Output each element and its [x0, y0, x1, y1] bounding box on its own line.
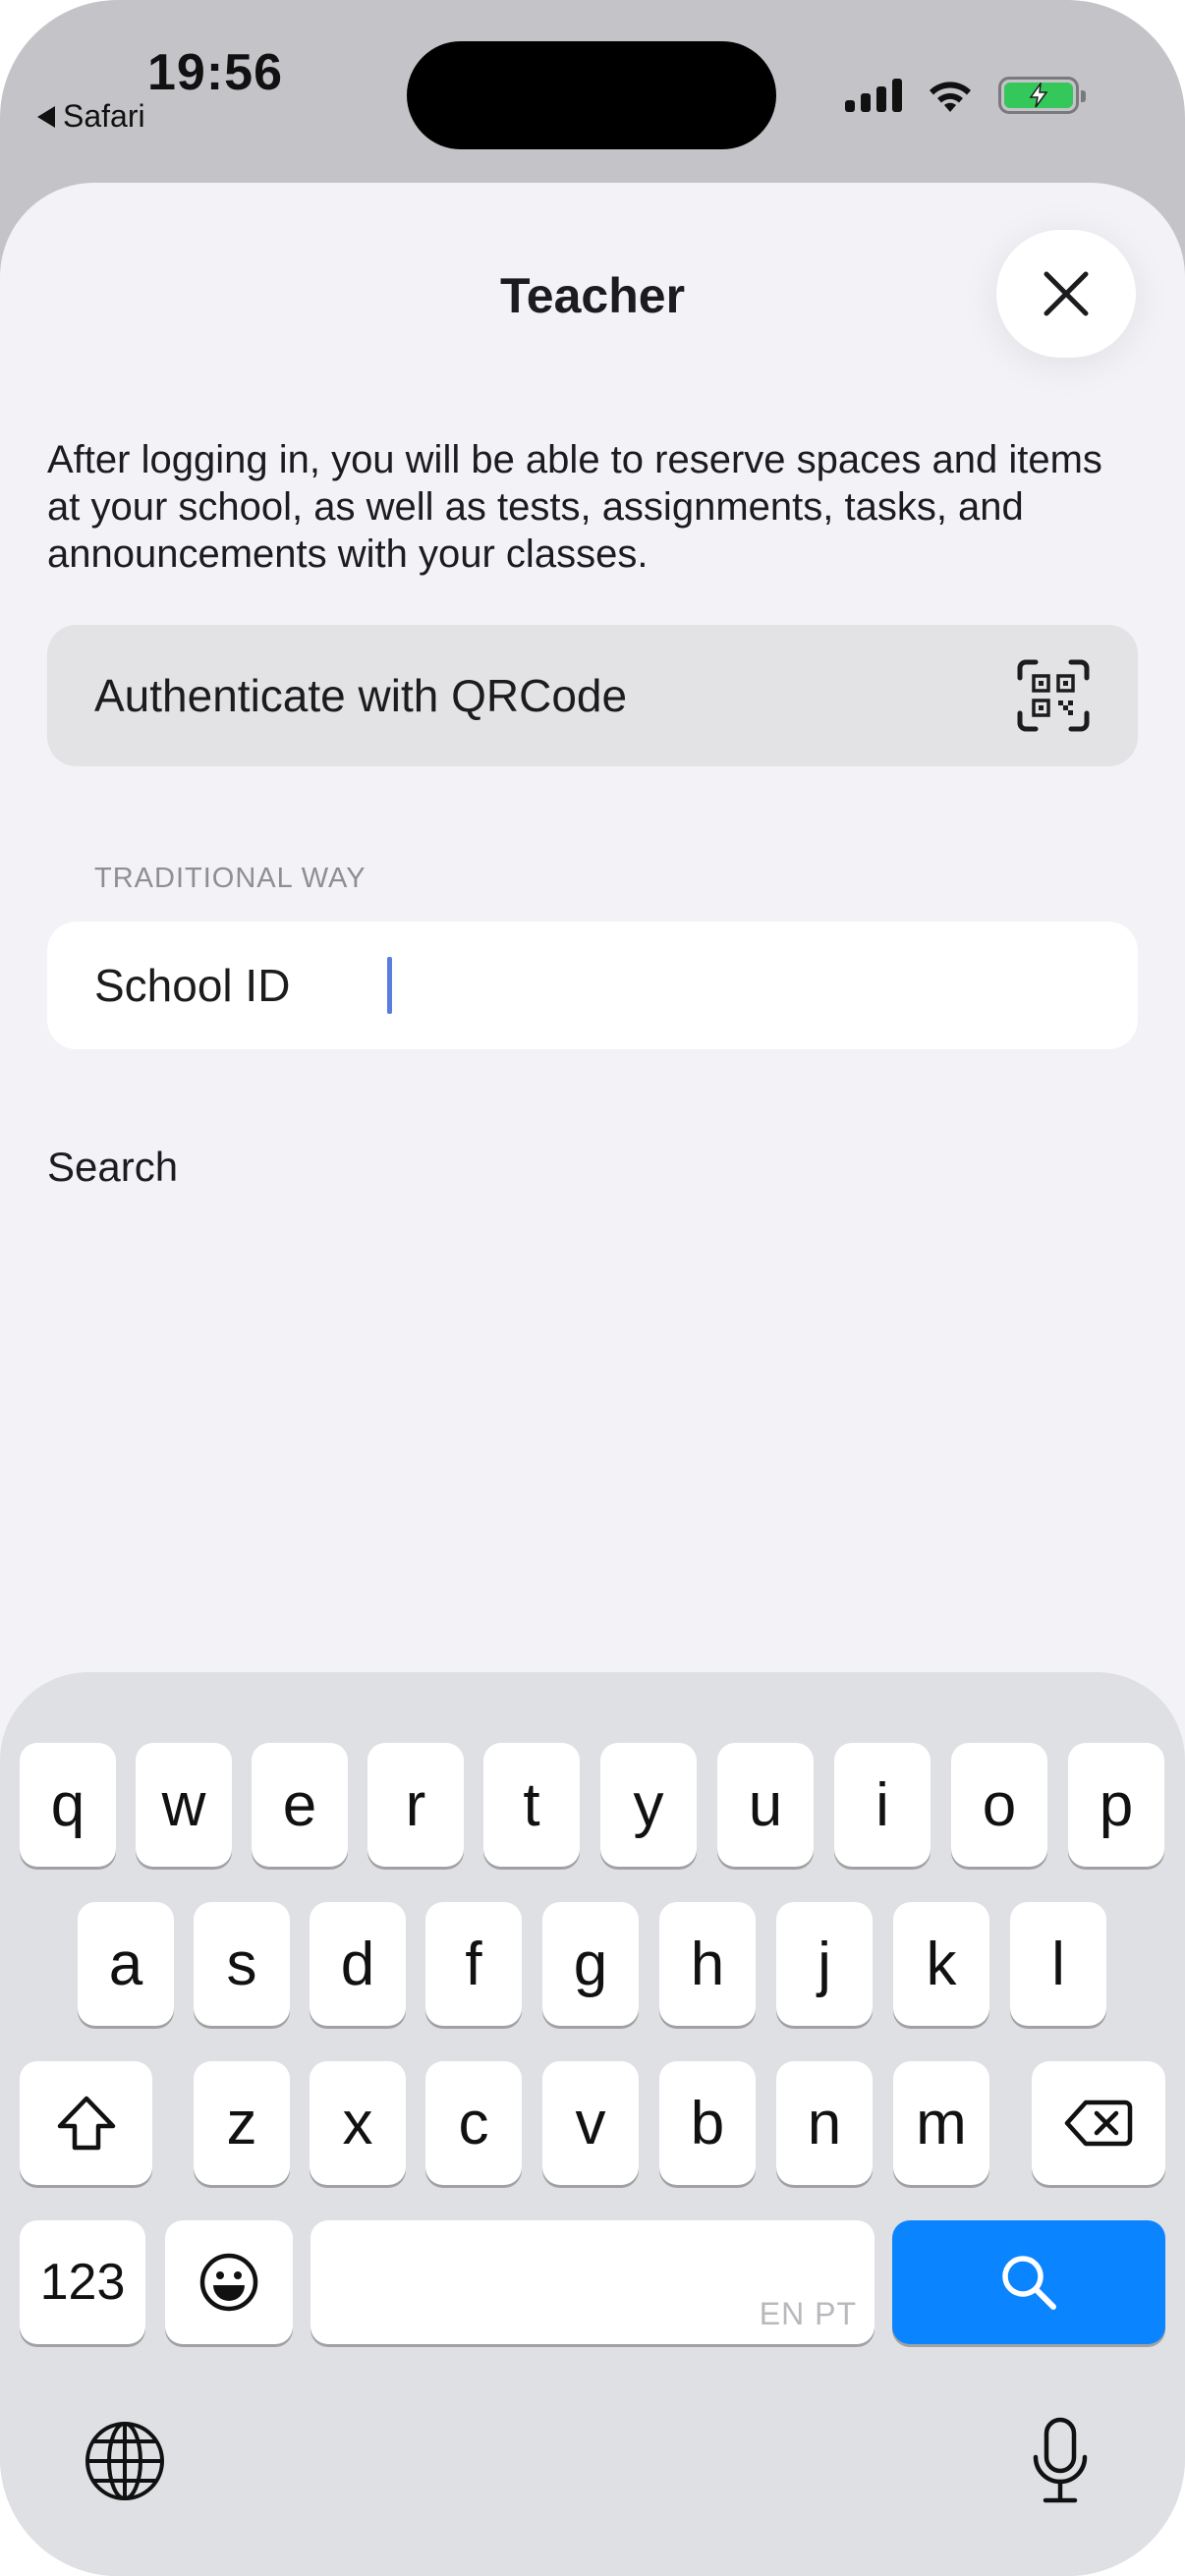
key-k[interactable]: k [893, 1902, 989, 2026]
key-o[interactable]: o [951, 1743, 1047, 1867]
backspace-icon [1064, 2100, 1133, 2147]
back-to-safari[interactable]: Safari [37, 98, 145, 135]
backspace-key[interactable] [1032, 2061, 1165, 2185]
space-language-hint: EN PT [759, 2296, 857, 2331]
keyboard: q w e r t y u i o p a s d f g h j k l z … [0, 1672, 1185, 2576]
description-text: After logging in, you will be able to re… [47, 438, 1102, 576]
section-header-traditional: TRADITIONAL WAY [94, 863, 367, 894]
key-m[interactable]: m [893, 2061, 989, 2185]
school-id-input[interactable] [392, 959, 1091, 1012]
shift-icon [57, 2096, 115, 2151]
signal-icon [845, 79, 902, 112]
key-a[interactable]: a [78, 1902, 174, 2026]
key-y[interactable]: y [600, 1743, 697, 1867]
key-u[interactable]: u [717, 1743, 814, 1867]
dynamic-island [407, 41, 776, 149]
emoji-key[interactable] [165, 2220, 293, 2344]
key-n[interactable]: n [776, 2061, 873, 2185]
status-time: 19:56 [147, 44, 283, 101]
key-e[interactable]: e [252, 1743, 348, 1867]
key-d[interactable]: d [310, 1902, 406, 2026]
key-h[interactable]: h [659, 1902, 756, 2026]
key-t[interactable]: t [483, 1743, 580, 1867]
key-s[interactable]: s [194, 1902, 290, 2026]
device-screen: 19:56 Safari Teacher After logging in, y… [0, 0, 1185, 2576]
close-icon [1044, 271, 1089, 316]
search-icon [1002, 2256, 1056, 2310]
status-icons [845, 77, 1086, 114]
battery-charging-icon [998, 77, 1086, 114]
key-b[interactable]: b [659, 2061, 756, 2185]
globe-icon [85, 2422, 164, 2500]
microphone-icon [1033, 2417, 1088, 2503]
key-z[interactable]: z [194, 2061, 290, 2185]
search-key[interactable] [892, 2220, 1165, 2344]
space-key[interactable]: EN PT [310, 2220, 875, 2344]
key-r[interactable]: r [367, 1743, 464, 1867]
key-w[interactable]: w [136, 1743, 232, 1867]
wifi-icon [930, 82, 971, 112]
key-l[interactable]: l [1010, 1902, 1106, 2026]
search-button[interactable]: Search [47, 1144, 178, 1191]
key-f[interactable]: f [425, 1902, 522, 2026]
emoji-icon [199, 2253, 258, 2312]
qr-code-icon [1017, 659, 1090, 732]
authenticate-qrcode-button[interactable]: Authenticate with QRCode [47, 625, 1138, 766]
key-v[interactable]: v [542, 2061, 639, 2185]
key-j[interactable]: j [776, 1902, 873, 2026]
dictation-button[interactable] [1016, 2409, 1104, 2513]
close-button[interactable] [996, 230, 1136, 358]
key-x[interactable]: x [310, 2061, 406, 2185]
school-id-label: School ID [94, 960, 291, 1011]
key-i[interactable]: i [834, 1743, 931, 1867]
globe-button[interactable] [81, 2417, 169, 2505]
qr-button-label: Authenticate with QRCode [94, 670, 628, 721]
key-g[interactable]: g [542, 1902, 639, 2026]
key-c[interactable]: c [425, 2061, 522, 2185]
back-label: Safari [63, 98, 145, 134]
back-triangle-icon [37, 105, 55, 128]
key-q[interactable]: q [20, 1743, 116, 1867]
school-id-row[interactable]: School ID [47, 922, 1138, 1049]
numbers-key[interactable]: 123 [20, 2220, 145, 2344]
key-p[interactable]: p [1068, 1743, 1164, 1867]
shift-key[interactable] [20, 2061, 152, 2185]
